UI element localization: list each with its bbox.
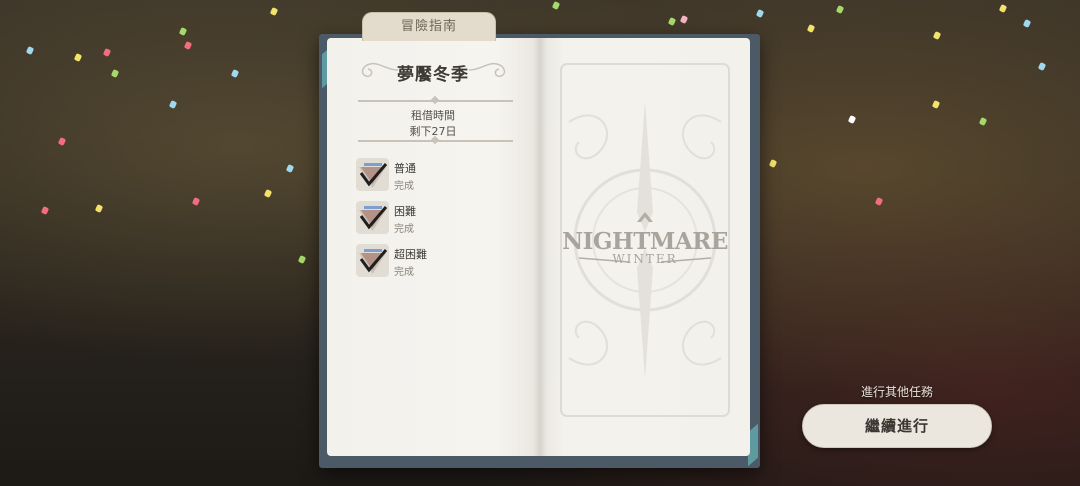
confetti-piece xyxy=(998,4,1008,13)
difficulty-item-normal[interactable]: 普通 完成 xyxy=(356,158,526,201)
confetti-piece xyxy=(978,117,988,126)
confetti-piece xyxy=(667,17,677,26)
confetti-piece xyxy=(57,137,67,146)
completed-check-icon xyxy=(356,201,389,234)
confetti-piece xyxy=(168,100,178,109)
difficulty-status: 完成 xyxy=(394,224,414,235)
continue-button[interactable]: 繼續進行 xyxy=(802,404,992,448)
confetti-piece xyxy=(110,69,120,78)
confetti-piece xyxy=(297,255,307,264)
confetti-piece xyxy=(263,189,273,198)
confetti-piece xyxy=(230,69,240,78)
guide-tab-title: 冒險指南 xyxy=(362,12,496,41)
confetti-piece xyxy=(835,5,845,14)
confetti-piece xyxy=(73,53,83,62)
right-flourish-icon xyxy=(468,62,506,78)
confetti-piece xyxy=(1037,62,1047,71)
confetti-piece xyxy=(806,24,816,33)
confetti-piece xyxy=(94,204,104,213)
confetti-piece xyxy=(1022,19,1032,28)
difficulty-item-hard[interactable]: 困難 完成 xyxy=(356,201,526,244)
confetti-piece xyxy=(40,206,50,215)
difficulty-name: 普通 xyxy=(394,162,416,175)
confetti-piece xyxy=(931,100,941,109)
difficulty-status: 完成 xyxy=(394,181,414,192)
confetti-piece xyxy=(25,46,35,55)
difficulty-item-very-hard[interactable]: 超困難 完成 xyxy=(356,244,526,287)
confetti-piece xyxy=(102,48,112,57)
confetti-piece xyxy=(183,41,193,50)
completed-check-icon xyxy=(356,244,389,277)
confetti-piece xyxy=(768,159,778,168)
confetti-piece xyxy=(847,115,857,124)
completed-check-icon xyxy=(356,158,389,191)
confetti-piece xyxy=(269,7,279,16)
confetti-piece xyxy=(285,164,295,173)
nightmare-winter-logo-sub: WINTER xyxy=(612,252,678,266)
nightmare-winter-logo: NIGHTMARE xyxy=(562,228,728,255)
confetti-piece xyxy=(551,1,561,10)
difficulty-list: 普通 完成 困難 完成 超困難 完成 xyxy=(356,158,526,287)
confetti-piece xyxy=(932,31,942,40)
next-task-hint: 進行其他任務 xyxy=(860,385,933,399)
confetti-piece xyxy=(191,197,201,206)
book-spine xyxy=(533,38,547,456)
difficulty-name: 超困難 xyxy=(394,248,427,261)
rental-time-label: 租借時間 xyxy=(411,109,455,122)
confetti-piece xyxy=(679,15,689,24)
confetti-piece xyxy=(874,197,884,206)
confetti-piece xyxy=(755,9,765,18)
difficulty-name: 困難 xyxy=(394,205,416,218)
difficulty-status: 完成 xyxy=(394,267,414,278)
confetti-piece xyxy=(178,27,188,36)
